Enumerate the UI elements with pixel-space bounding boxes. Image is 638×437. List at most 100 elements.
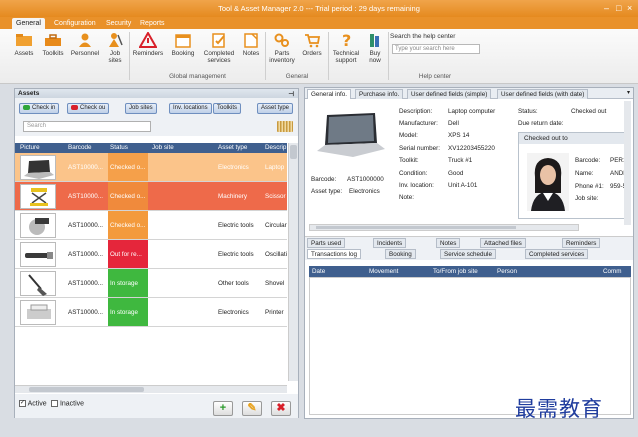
- tab-general[interactable]: General: [12, 18, 45, 29]
- add-asset-button[interactable]: +: [213, 401, 233, 416]
- edit-asset-button[interactable]: ✎: [242, 401, 262, 416]
- toolkit-label: Toolkit:: [399, 157, 419, 164]
- cell-status: Checked o...: [108, 182, 148, 210]
- parts-inventory-button[interactable]: Parts inventory: [267, 32, 297, 64]
- books-icon: [370, 34, 379, 47]
- col-asset-type[interactable]: Asset type: [218, 144, 247, 151]
- booking-button[interactable]: Booking: [169, 32, 197, 57]
- table-row[interactable]: AST10000... In storage Other tools Shovel: [15, 269, 287, 298]
- details-horizontal-scrollbar[interactable]: [309, 224, 579, 231]
- asset-type-button[interactable]: Asset type: [257, 103, 294, 114]
- minimize-icon[interactable]: –: [604, 3, 609, 13]
- toolkit-value: Truck #1: [448, 157, 473, 164]
- subtab-completed-services[interactable]: Completed services: [525, 249, 589, 259]
- help-search-input[interactable]: Type your search here: [392, 44, 480, 54]
- tx-col-date[interactable]: Date: [312, 268, 325, 275]
- technical-support-button-label: Technical support: [332, 50, 360, 64]
- cell-status: Checked o...: [108, 211, 148, 239]
- asset-picture: [20, 271, 56, 296]
- subtab-parts-used[interactable]: Parts used: [307, 238, 346, 248]
- asset-search-input[interactable]: Search: [23, 121, 151, 132]
- status-bar: [0, 421, 638, 437]
- inactive-checkbox[interactable]: [51, 400, 58, 407]
- tx-col-comment[interactable]: Comm: [603, 268, 622, 275]
- completed-services-button-label: Completed services: [203, 50, 235, 64]
- assets-button[interactable]: Assets: [14, 32, 34, 57]
- cell-asset-type: Other tools: [218, 280, 249, 287]
- laptop-image: [317, 113, 385, 157]
- col-status[interactable]: Status: [110, 144, 128, 151]
- subtab-booking[interactable]: Booking: [385, 249, 416, 259]
- toolkits-button[interactable]: Toolkits: [40, 32, 66, 57]
- manufacturer-value: Dell: [448, 120, 459, 127]
- job-sites-button[interactable]: Job sites: [105, 32, 125, 64]
- table-row[interactable]: AST10000... Checked o... Machinery Scissor: [15, 182, 287, 211]
- tab-general-info[interactable]: General info.: [307, 89, 352, 99]
- person-name-label: Name:: [575, 170, 594, 177]
- tabs-dropdown-icon[interactable]: ▾: [627, 89, 630, 96]
- col-job-site[interactable]: Job site: [152, 144, 174, 151]
- scroll-thumb[interactable]: [29, 387, 144, 392]
- buy-now-button-label: Buy now: [369, 50, 381, 64]
- toolkits-filter-button[interactable]: Toolkits: [213, 103, 242, 114]
- check-in-button[interactable]: Check in: [19, 103, 60, 114]
- subtab-service-schedule[interactable]: Service schedule: [440, 249, 496, 259]
- technical-support-button[interactable]: ? Technical support: [330, 32, 362, 64]
- check-out-button[interactable]: Check ou: [67, 103, 110, 114]
- subtab-transactions-log[interactable]: Transactions log: [307, 249, 361, 259]
- job-sites-filter-button[interactable]: Job sites: [125, 103, 157, 114]
- tab-security[interactable]: Security: [102, 18, 135, 29]
- barcode-icon[interactable]: [277, 121, 293, 132]
- tab-udf-date[interactable]: User defined fields (with date): [497, 89, 589, 99]
- pin-icon[interactable]: ⊣: [288, 90, 294, 98]
- group-help-center: Help center: [418, 73, 452, 80]
- check-out-icon: [71, 104, 78, 110]
- asset-picture: [20, 300, 56, 325]
- col-description[interactable]: Descrip: [265, 144, 286, 151]
- subtab-incidents[interactable]: Incidents: [373, 238, 407, 248]
- shovel-image: [28, 274, 47, 296]
- inactive-filter[interactable]: Inactive: [51, 400, 84, 407]
- table-row[interactable]: AST10000... In storage Electronics Printer: [15, 298, 287, 327]
- orders-button[interactable]: Orders: [300, 32, 324, 57]
- maximize-icon[interactable]: □: [616, 3, 621, 13]
- condition-value: Good: [448, 170, 464, 177]
- notes-button[interactable]: Notes: [240, 32, 262, 57]
- tab-udf-simple[interactable]: User defined fields (simple): [407, 89, 492, 99]
- tx-col-person[interactable]: Person: [497, 268, 517, 275]
- completed-services-button[interactable]: Completed services: [200, 32, 238, 64]
- details-vertical-scrollbar[interactable]: [624, 101, 631, 225]
- assets-horizontal-scrollbar[interactable]: [15, 385, 287, 393]
- inactive-label: Inactive: [59, 400, 85, 408]
- tab-purchase-info[interactable]: Purchase info.: [355, 89, 404, 99]
- col-picture[interactable]: Picture: [20, 144, 40, 151]
- tab-configuration[interactable]: Configuration: [50, 18, 100, 29]
- table-row[interactable]: AST10000... Checked o... Electric tools Cir…: [15, 211, 287, 240]
- table-row[interactable]: AST10000... Checked o... Electronics Laptop: [15, 153, 287, 182]
- cell-description: Oscillati: [265, 251, 287, 258]
- reminders-button[interactable]: Reminders: [131, 32, 165, 57]
- subtab-notes[interactable]: Notes: [436, 238, 461, 248]
- gears-icon: [274, 33, 289, 47]
- active-filter[interactable]: ✓ Active: [19, 400, 47, 407]
- delete-asset-button[interactable]: ✖: [271, 401, 291, 416]
- close-icon[interactable]: ×: [627, 3, 632, 13]
- active-checkbox[interactable]: ✓: [19, 400, 26, 407]
- inv-locations-button[interactable]: Inv. locations: [169, 103, 212, 114]
- subtab-attached-files[interactable]: Attached files: [480, 238, 526, 248]
- buy-now-button[interactable]: Buy now: [364, 32, 386, 64]
- scroll-thumb[interactable]: [316, 226, 516, 229]
- subtab-reminders[interactable]: Reminders: [562, 238, 601, 248]
- cell-barcode: AST10000...: [68, 164, 104, 171]
- table-row[interactable]: AST10000... Out for re... Electric tools Os…: [15, 240, 287, 269]
- tab-reports[interactable]: Reports: [136, 18, 169, 29]
- asset-picture: [20, 242, 56, 267]
- col-barcode[interactable]: Barcode: [68, 144, 91, 151]
- tx-col-movement[interactable]: Movement: [369, 268, 398, 275]
- cell-description: Printer: [265, 309, 284, 316]
- checked-out-to-box: Checked out to Barcode: PER10 Name: ANDE…: [518, 132, 630, 219]
- personnel-button[interactable]: Personnel: [69, 32, 101, 57]
- scroll-thumb[interactable]: [290, 145, 297, 159]
- assets-vertical-scrollbar[interactable]: [288, 143, 298, 381]
- tx-col-job-site[interactable]: To/From job site: [433, 268, 478, 275]
